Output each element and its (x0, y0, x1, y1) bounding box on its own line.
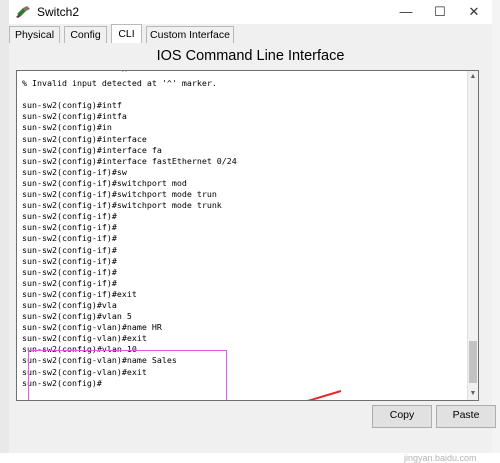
paste-button[interactable]: Paste (436, 405, 496, 428)
terminal-lines: ^% Invalid input detected at '^' marker.… (22, 70, 237, 389)
highlight-box (28, 350, 227, 400)
terminal-line: sun-sw2(config)#vlan 5 (22, 311, 132, 322)
terminal-line: sun-sw2(config-if)# (22, 244, 117, 255)
terminal-line: sun-sw2(config-if)#exit (22, 288, 137, 299)
cli-panel: IOS Command Line Interface ^% Invalid in… (9, 43, 496, 463)
terminal-line: sun-sw2(config-if)#switchport mod (22, 177, 187, 188)
title-bar: Switch2 — ☐ ✕ (9, 0, 492, 24)
watermark-text: jingyan.baidu.com (404, 453, 477, 463)
tab-bar: Physical Config CLI Custom Interface (9, 24, 492, 44)
scroll-thumb[interactable] (469, 341, 477, 383)
switch-icon (15, 5, 31, 19)
terminal-line: sun-sw2(config)#interface (22, 133, 147, 144)
tab-cli[interactable]: CLI (111, 24, 142, 44)
terminal-line: sun-sw2(config-if)# (22, 277, 117, 288)
terminal-line: sun-sw2(config)#interface fastEthernet 0… (22, 155, 237, 166)
terminal-line: % Invalid input detected at '^' marker. (22, 78, 217, 89)
terminal-scrollbar[interactable]: ▲ ▼ (467, 71, 478, 400)
terminal-line: sun-sw2(config-if)#sw (22, 166, 127, 177)
scroll-down-arrow-icon[interactable]: ▼ (468, 388, 478, 400)
scroll-up-arrow-icon[interactable]: ▲ (468, 71, 478, 83)
terminal-line: sun-sw2(config-vlan)#exit (22, 333, 147, 344)
terminal-line: sun-sw2(config)#in (22, 122, 112, 133)
background-app-strip-right (491, 0, 500, 453)
red-arrow-annotation (307, 390, 342, 400)
tab-config[interactable]: Config (64, 26, 107, 43)
switch-window: Switch2 — ☐ ✕ Physical Config CLI Custom… (9, 0, 496, 463)
terminal-line: sun-sw2(config-if)# (22, 266, 117, 277)
terminal-line: sun-sw2(config)#vla (22, 299, 117, 310)
terminal-line: sun-sw2(config-if)# (22, 255, 117, 266)
terminal-line: ^ (22, 70, 127, 77)
terminal-line: sun-sw2(config-vlan)#name HR (22, 322, 162, 333)
terminal-line: sun-sw2(config-if)# (22, 222, 117, 233)
tab-custom-interface[interactable]: Custom Interface (146, 26, 234, 43)
tab-physical[interactable]: Physical (9, 26, 60, 43)
terminal-line: sun-sw2(config)#intf (22, 100, 122, 111)
terminal-line: sun-sw2(config-if)# (22, 211, 117, 222)
terminal-line: sun-sw2(config-if)#switchport mode trun (22, 189, 217, 200)
page-title: IOS Command Line Interface (156, 48, 345, 64)
close-button[interactable]: ✕ (457, 0, 491, 24)
terminal-line: sun-sw2(config)#intfa (22, 111, 127, 122)
window-title: Switch2 (37, 5, 80, 19)
maximize-button[interactable]: ☐ (423, 0, 457, 24)
terminal-line: sun-sw2(config)#interface fa (22, 144, 162, 155)
terminal-line: sun-sw2(config-if)#switchport mode trunk (22, 200, 222, 211)
minimize-button[interactable]: — (389, 0, 423, 24)
terminal-line: sun-sw2(config-if)# (22, 233, 117, 244)
terminal-output[interactable]: ^% Invalid input detected at '^' marker.… (16, 70, 479, 401)
copy-button[interactable]: Copy (372, 405, 432, 428)
